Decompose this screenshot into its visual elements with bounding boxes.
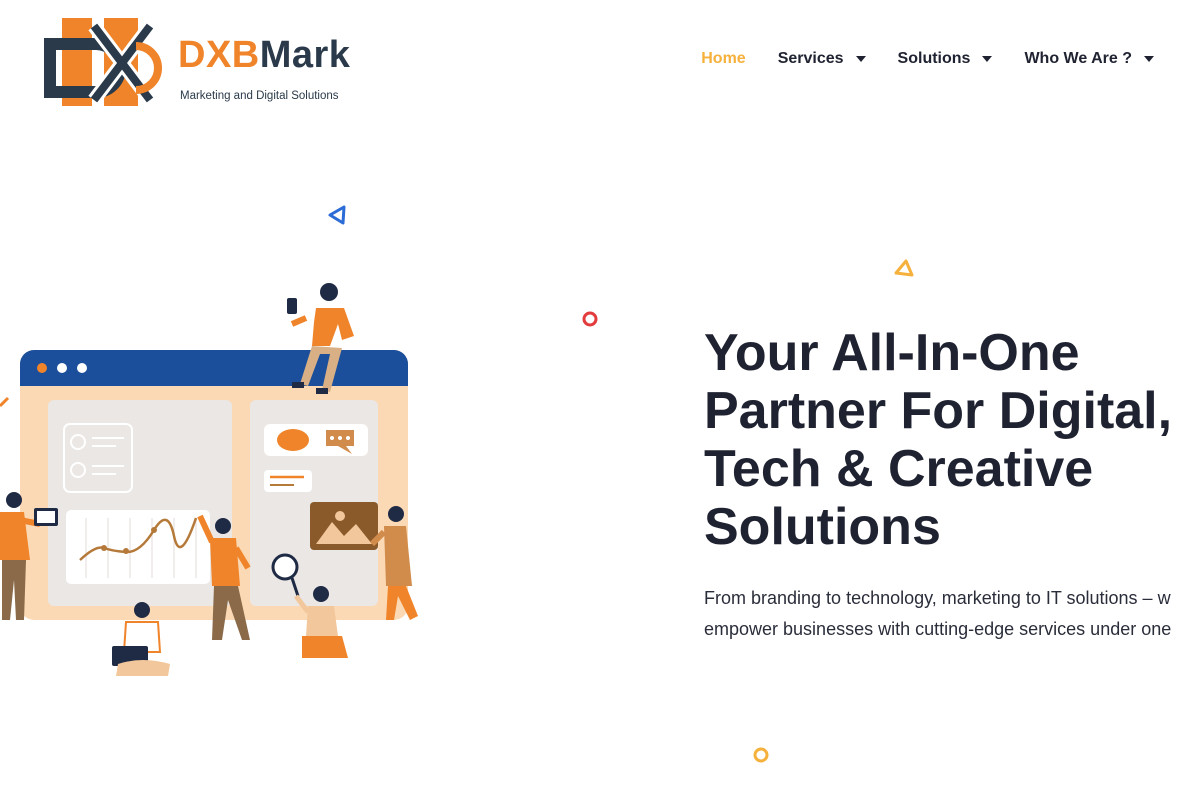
ring-icon [582, 311, 598, 327]
nav-who-we-are-label: Who We Are ? [1024, 50, 1132, 67]
hero-illustration [0, 283, 418, 676]
nav-services-label: Services [777, 50, 844, 67]
hero-title-line: Tech & Creative [704, 440, 1094, 498]
nav-solutions[interactable]: Solutions [898, 50, 993, 68]
nav-home[interactable]: Home [701, 50, 745, 68]
chevron-down-icon [982, 56, 993, 62]
nav-solutions-label: Solutions [897, 50, 971, 67]
brand-logo[interactable]: DXBMark Marketing and Digital Solutions [44, 16, 364, 108]
main-nav: Home Services Solutions Who We Are ? [701, 50, 1154, 68]
nav-home-label: Home [701, 50, 746, 67]
triangle-icon [894, 259, 914, 277]
dxb-logo-icon [44, 18, 162, 106]
hero-description-line: empower businesses with cutting-edge ser… [704, 619, 1172, 639]
triangle-icon [328, 205, 346, 225]
chevron-down-icon [855, 56, 866, 62]
brand-name: DXBMark [178, 34, 351, 76]
hero-title-line: Your All-In-One [704, 324, 1080, 382]
ring-icon [753, 747, 769, 763]
hero-title-line: Solutions [704, 498, 941, 556]
nav-who-we-are[interactable]: Who We Are ? [1024, 50, 1154, 68]
chevron-down-icon [1144, 56, 1154, 62]
hero-description-line: From branding to technology, marketing t… [704, 588, 1171, 608]
nav-services[interactable]: Services [778, 50, 866, 68]
hero-title-line: Partner For Digital, [704, 382, 1173, 440]
brand-tagline: Marketing and Digital Solutions [180, 90, 339, 102]
hero-title: Your All-In-One Partner For Digital, Tec… [704, 324, 1172, 556]
hero-description: From branding to technology, marketing t… [704, 583, 1171, 645]
